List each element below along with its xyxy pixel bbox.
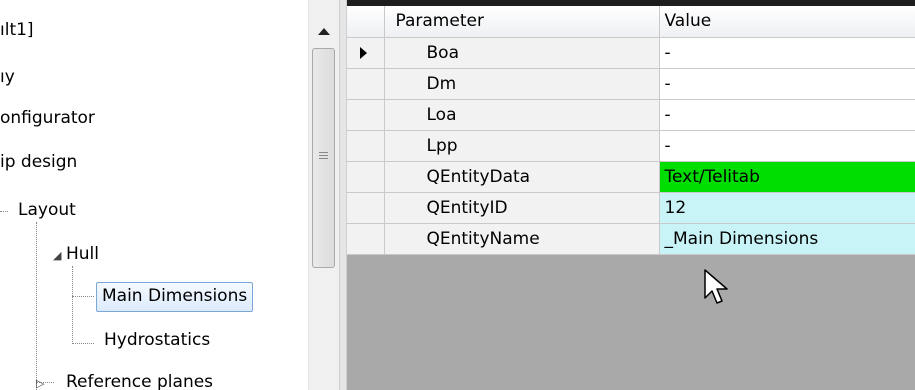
tree-connector xyxy=(0,211,8,212)
tree-node-reference-planes[interactable]: Reference planes xyxy=(66,371,213,390)
scrollbar-thumb[interactable] xyxy=(312,48,335,268)
table-row[interactable]: QEntityName _Main Dimensions xyxy=(347,223,915,255)
table-row[interactable]: Boa - xyxy=(347,37,915,69)
property-grid[interactable]: Parameter Value Boa - Dm - Loa - Lpp - Q… xyxy=(347,0,915,390)
parameter-cell[interactable]: QEntityID xyxy=(384,192,660,224)
parameter-cell[interactable]: QEntityName xyxy=(384,223,660,255)
table-header: Parameter Value xyxy=(347,6,915,38)
value-cell[interactable]: - xyxy=(659,37,915,69)
parameter-table: Parameter Value Boa - Dm - Loa - Lpp - Q… xyxy=(347,6,915,255)
table-row[interactable]: Lpp - xyxy=(347,130,915,162)
tree-scrollbar[interactable] xyxy=(308,0,339,390)
pane-splitter[interactable] xyxy=(339,0,347,390)
mouse-pointer-icon xyxy=(704,269,728,304)
row-header[interactable] xyxy=(347,37,385,69)
tree-node-hull[interactable]: Hull xyxy=(66,243,99,267)
parameter-cell[interactable]: Lpp xyxy=(384,130,660,162)
table-row[interactable]: QEntityID 12 xyxy=(347,192,915,224)
row-header[interactable] xyxy=(347,99,385,131)
table-row[interactable]: QEntityData Text/Telitab xyxy=(347,161,915,193)
value-cell[interactable]: _Main Dimensions xyxy=(659,223,915,255)
tree-connector xyxy=(72,343,94,344)
parameter-cell[interactable]: Dm xyxy=(384,68,660,100)
row-header-corner xyxy=(347,6,385,38)
expand-triangle-icon[interactable]: ▷ xyxy=(36,377,44,390)
tree-node-layout[interactable]: Layout xyxy=(18,199,76,223)
tree-connector xyxy=(72,296,94,297)
grip-line xyxy=(319,152,328,153)
row-header[interactable] xyxy=(347,161,385,193)
value-cell[interactable]: 12 xyxy=(659,192,915,224)
table-row[interactable]: Dm - xyxy=(347,68,915,100)
tree-node-ship-design[interactable]: ip design xyxy=(0,151,77,175)
collapse-triangle-icon[interactable]: ◢ xyxy=(53,249,61,262)
column-header-value[interactable]: Value xyxy=(659,6,915,38)
parameter-cell[interactable]: Loa xyxy=(384,99,660,131)
table-row[interactable]: Loa - xyxy=(347,99,915,131)
project-tree[interactable]: ılt1] ıy onfigurator ip design Layout ◢ … xyxy=(0,0,308,390)
value-cell[interactable]: - xyxy=(659,68,915,100)
value-cell[interactable]: Text/Telitab xyxy=(659,161,915,193)
tree-node-library[interactable]: ıy xyxy=(0,66,15,90)
parameter-cell[interactable]: QEntityData xyxy=(384,161,660,193)
parameter-cell[interactable]: Boa xyxy=(384,37,660,69)
grip-line xyxy=(319,155,328,156)
tree-node-default[interactable]: ılt1] xyxy=(0,19,34,43)
value-cell[interactable]: - xyxy=(659,99,915,131)
current-row-arrow-icon xyxy=(360,46,367,59)
value-cell[interactable]: - xyxy=(659,130,915,162)
tree-node-hydrostatics[interactable]: Hydrostatics xyxy=(104,329,210,353)
row-header[interactable] xyxy=(347,223,385,255)
tree-node-main-dimensions[interactable]: Main Dimensions xyxy=(96,282,254,312)
tree-connector xyxy=(36,222,37,390)
row-header[interactable] xyxy=(347,130,385,162)
column-header-parameter[interactable]: Parameter xyxy=(384,6,660,38)
scroll-up-arrow-icon[interactable] xyxy=(318,28,330,35)
tree-connector xyxy=(72,266,73,344)
tree-node-configurator[interactable]: onfigurator xyxy=(0,107,95,131)
grip-line xyxy=(319,158,328,159)
row-header[interactable] xyxy=(347,192,385,224)
row-header[interactable] xyxy=(347,68,385,100)
